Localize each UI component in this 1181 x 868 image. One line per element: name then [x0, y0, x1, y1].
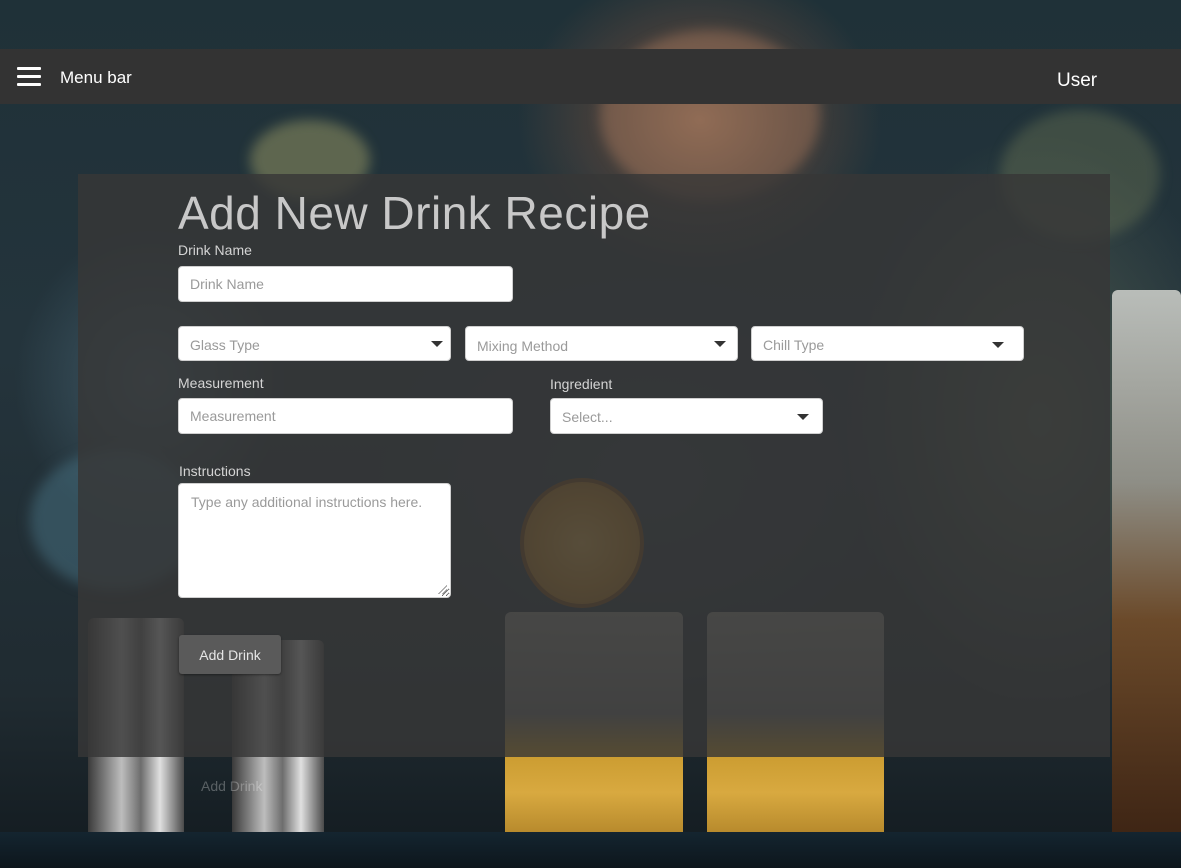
glass-type-value: Glass Type: [190, 337, 260, 353]
chevron-down-icon: [714, 341, 726, 347]
ingredient-label: Ingredient: [550, 376, 613, 392]
instructions-label: Instructions: [179, 463, 251, 479]
chill-type-value: Chill Type: [763, 337, 825, 353]
measurement-label: Measurement: [178, 375, 264, 391]
instructions-textarea[interactable]: [178, 483, 451, 598]
chevron-down-icon: [797, 414, 809, 420]
drink-name-label: Drink Name: [178, 242, 252, 258]
page-title: Add New Drink Recipe: [178, 187, 651, 239]
mixing-method-select[interactable]: Mixing Method: [465, 326, 738, 361]
ingredient-value: Select...: [562, 409, 613, 425]
chevron-down-icon: [992, 342, 1004, 348]
user-menu[interactable]: User: [1057, 70, 1097, 92]
ingredient-select[interactable]: Select...: [550, 398, 823, 434]
menu-bar-title: Menu bar: [60, 68, 132, 87]
glass-type-select[interactable]: Glass Type: [178, 326, 451, 361]
chevron-down-icon: [431, 341, 443, 347]
drink-name-input[interactable]: [178, 266, 513, 302]
add-drink-button[interactable]: Add Drink: [179, 635, 281, 674]
resize-handle-icon[interactable]: [437, 584, 447, 594]
mixing-method-value: Mixing Method: [477, 338, 569, 354]
chill-type-select[interactable]: Chill Type: [751, 326, 1024, 361]
hamburger-menu-icon[interactable]: [17, 67, 41, 87]
ghost-add-drink-text: Add Drink: [201, 778, 263, 794]
measurement-input[interactable]: [178, 398, 513, 434]
menu-bar: Menu bar User: [0, 49, 1181, 104]
